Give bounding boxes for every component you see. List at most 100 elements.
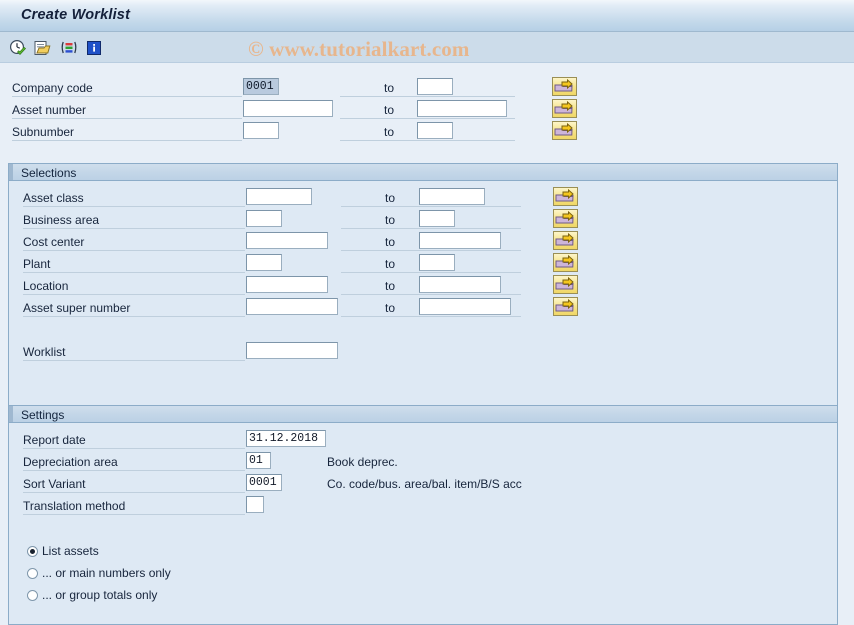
selections-panel: Selections Asset class to Business area … <box>8 163 838 434</box>
radio-indicator <box>27 568 38 579</box>
label-worklist: Worklist <box>23 345 66 359</box>
label-underline <box>23 294 245 295</box>
input-business-area-to[interactable] <box>419 210 455 227</box>
radio-label-list-assets: List assets <box>42 544 99 558</box>
label-translation-method: Translation method <box>23 499 126 513</box>
multiple-selection-asset-class-button[interactable] <box>553 187 578 206</box>
label-underline <box>23 272 245 273</box>
multiple-selection-company-code-button[interactable] <box>552 77 577 96</box>
selections-panel-header: Selections <box>9 164 837 181</box>
information-icon[interactable] <box>85 39 103 57</box>
selection-screen-content: Company code 0001 to Asset number to Sub… <box>0 63 854 625</box>
selections-header-label: Selections <box>21 166 77 180</box>
input-asset-number-to[interactable] <box>417 100 507 117</box>
input-plant-to[interactable] <box>419 254 455 271</box>
to-underline <box>341 272 521 273</box>
input-company-code-from[interactable]: 0001 <box>243 78 279 95</box>
multiple-selection-asset-number-button[interactable] <box>552 99 577 118</box>
label-report-date: Report date <box>23 433 86 447</box>
label-plant: Plant <box>23 257 51 271</box>
multiple-selection-business-area-button[interactable] <box>553 209 578 228</box>
label-to-asset-class: to <box>385 191 396 205</box>
label-underline <box>23 206 245 207</box>
input-company-code-to[interactable] <box>417 78 453 95</box>
label-to-asset-number: to <box>384 103 395 117</box>
text-sort-variant-description: Co. code/bus. area/bal. item/B/S acc <box>327 477 522 491</box>
input-subnumber-to[interactable] <box>417 122 453 139</box>
label-underline <box>23 360 245 361</box>
radio-indicator <box>27 546 38 557</box>
to-underline <box>340 140 515 141</box>
to-underline <box>341 228 521 229</box>
panel-accent-bar <box>9 164 13 180</box>
radio-label-group-totals-only: ... or group totals only <box>42 588 158 602</box>
input-subnumber-from[interactable] <box>243 122 279 139</box>
label-asset-super-number: Asset super number <box>23 301 131 315</box>
input-cost-center-to[interactable] <box>419 232 501 249</box>
multiple-selection-location-button[interactable] <box>553 275 578 294</box>
input-asset-super-number-to[interactable] <box>419 298 511 315</box>
label-to-location: to <box>385 279 396 293</box>
input-asset-class-from[interactable] <box>246 188 312 205</box>
label-underline <box>23 492 245 493</box>
watermark-text: © www.tutorialkart.com <box>248 37 470 61</box>
label-company-code: Company code <box>12 81 93 95</box>
label-business-area: Business area <box>23 213 100 227</box>
input-location-from[interactable] <box>246 276 328 293</box>
label-to-company-code: to <box>384 81 395 95</box>
multiple-selection-subnumber-button[interactable] <box>552 121 577 140</box>
label-underline <box>12 140 242 141</box>
to-underline <box>341 294 521 295</box>
to-underline <box>340 96 515 97</box>
multiple-selection-icon[interactable] <box>60 39 78 57</box>
input-report-date[interactable]: 31.12.2018 <box>246 430 326 447</box>
to-underline <box>341 316 521 317</box>
label-location: Location <box>23 279 69 293</box>
label-underline <box>23 514 245 515</box>
get-variant-icon[interactable] <box>33 39 51 57</box>
to-underline <box>341 206 521 207</box>
label-sort-variant: Sort Variant <box>23 477 86 491</box>
input-depreciation-area[interactable]: 01 <box>246 452 271 469</box>
text-depreciation-area-description: Book deprec. <box>327 455 398 469</box>
label-cost-center: Cost center <box>23 235 85 249</box>
multiple-selection-asset-super-number-button[interactable] <box>553 297 578 316</box>
label-underline <box>23 250 245 251</box>
input-asset-super-number-from[interactable] <box>246 298 338 315</box>
input-translation-method[interactable] <box>246 496 264 513</box>
panel-accent-bar <box>9 406 13 422</box>
label-asset-class: Asset class <box>23 191 84 205</box>
radio-indicator <box>27 590 38 601</box>
label-subnumber: Subnumber <box>12 125 75 139</box>
label-to-subnumber: to <box>384 125 395 139</box>
input-worklist[interactable] <box>246 342 338 359</box>
input-sort-variant[interactable]: 0001 <box>246 474 282 491</box>
label-underline <box>23 470 245 471</box>
multiple-selection-plant-button[interactable] <box>553 253 578 272</box>
settings-panel: Settings Report date 31.12.2018 Deprecia… <box>8 405 838 625</box>
input-business-area-from[interactable] <box>246 210 282 227</box>
label-asset-number: Asset number <box>12 103 87 117</box>
label-underline <box>23 448 245 449</box>
settings-header-label: Settings <box>21 408 65 422</box>
input-cost-center-from[interactable] <box>246 232 328 249</box>
settings-panel-header: Settings <box>9 406 837 423</box>
radio-label-main-numbers-only: ... or main numbers only <box>42 566 171 580</box>
input-asset-number-from[interactable] <box>243 100 333 117</box>
input-plant-from[interactable] <box>246 254 282 271</box>
label-to-cost-center: to <box>385 235 396 249</box>
label-underline <box>23 316 245 317</box>
label-depreciation-area: Depreciation area <box>23 455 118 469</box>
window-title-bar: Create Worklist <box>0 0 854 32</box>
label-underline <box>12 118 242 119</box>
label-underline <box>23 228 245 229</box>
label-to-business-area: to <box>385 213 396 227</box>
multiple-selection-cost-center-button[interactable] <box>553 231 578 250</box>
execute-icon[interactable] <box>9 39 27 57</box>
to-underline <box>341 250 521 251</box>
page-title: Create Worklist <box>21 7 131 23</box>
label-to-plant: to <box>385 257 396 271</box>
input-location-to[interactable] <box>419 276 501 293</box>
label-to-asset-super-number: to <box>385 301 396 315</box>
input-asset-class-to[interactable] <box>419 188 485 205</box>
